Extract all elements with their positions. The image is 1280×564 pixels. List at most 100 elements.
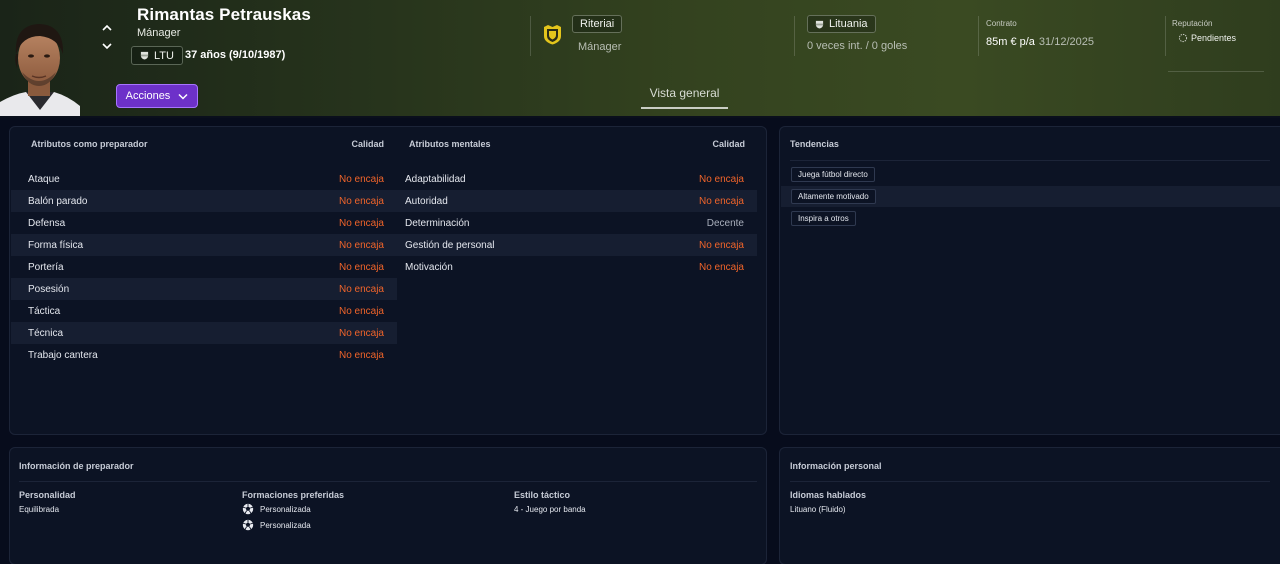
person-name: Rimantas Petrauskas <box>137 5 311 24</box>
attr-name: Técnica <box>28 327 64 339</box>
tendency-chip[interactable]: Altamente motivado <box>791 189 876 204</box>
club-crest-icon[interactable] <box>543 24 562 45</box>
tendency-row: Inspira a otros <box>781 208 1280 229</box>
attr-quality: No encaja <box>338 217 384 229</box>
reputation-value: Pendientes <box>1178 33 1236 43</box>
divider <box>530 16 531 56</box>
coaching-attributes-header: Atributos como preparador <box>31 139 148 149</box>
chevron-down-icon <box>178 93 188 100</box>
attr-quality: No encaja <box>338 327 384 339</box>
coaching-quality-header: Calidad <box>351 139 384 149</box>
coaching-attr-row[interactable]: Ataque No encaja <box>11 168 397 190</box>
coaching-attr-row[interactable]: Portería No encaja <box>11 256 397 278</box>
chevron-down-icon[interactable] <box>100 40 114 52</box>
attr-quality: No encaja <box>338 173 384 185</box>
tendencies-title: Tendencias <box>790 139 839 149</box>
attr-name: Forma física <box>28 239 84 251</box>
header-divider <box>0 116 1280 118</box>
club-badge[interactable]: Riteriai <box>572 15 623 33</box>
contract-end: 31/12/2025 <box>1038 36 1094 48</box>
tendency-row: Juega fútbol directo <box>781 164 1280 185</box>
attr-quality: No encaja <box>338 239 384 251</box>
personal-info-panel: Información personal Idiomas hablados Li… <box>779 447 1280 564</box>
football-icon <box>242 503 254 515</box>
tendency-row: Altamente motivado <box>781 186 1280 207</box>
reputation-text: Pendientes <box>1191 33 1237 43</box>
coaching-attr-row[interactable]: Defensa No encaja <box>11 212 397 234</box>
divider <box>1168 71 1264 72</box>
mental-attr-row[interactable]: Autoridad No encaja <box>388 190 757 212</box>
coach-info-title: Información de preparador <box>19 461 134 471</box>
country-name: Lituania <box>829 18 868 30</box>
reputation-label: Reputación <box>1172 19 1213 28</box>
attr-name: Portería <box>28 261 64 273</box>
coaching-attr-row[interactable]: Trabajo cantera No encaja <box>11 344 397 366</box>
attr-name: Adaptabilidad <box>405 173 466 185</box>
attr-name: Táctica <box>28 305 61 317</box>
attr-name: Defensa <box>28 217 66 229</box>
personal-info-title: Información personal <box>790 461 882 471</box>
actions-button[interactable]: Acciones <box>116 84 198 108</box>
divider <box>1165 16 1166 56</box>
attr-quality: No encaja <box>338 305 384 317</box>
pending-icon <box>1178 33 1188 43</box>
nationality-badge[interactable]: LTU <box>131 46 183 65</box>
formation-item: Personalizada <box>242 503 311 515</box>
attr-name: Motivación <box>405 261 453 273</box>
attr-name: Balón parado <box>28 195 88 207</box>
style-value: 4 - Juego por banda <box>514 505 586 514</box>
tendencies-panel: Tendencias Juega fútbol directo Altament… <box>779 126 1280 435</box>
divider <box>790 481 1270 482</box>
mental-attr-row[interactable]: Gestión de personal No encaja <box>388 234 757 256</box>
coaching-attr-row[interactable]: Técnica No encaja <box>11 322 397 344</box>
divider <box>790 160 1270 161</box>
mental-attr-row[interactable]: Adaptabilidad No encaja <box>388 168 757 190</box>
country-badge[interactable]: Lituania <box>807 15 876 33</box>
player-nav <box>100 22 114 58</box>
coaching-attr-row[interactable]: Forma física No encaja <box>11 234 397 256</box>
attr-name: Ataque <box>28 173 60 185</box>
age-dob: 37 años (9/10/1987) <box>185 49 286 61</box>
tendency-chip[interactable]: Inspira a otros <box>791 211 856 226</box>
tab-overview[interactable]: Vista general <box>641 86 728 109</box>
coaching-attr-row[interactable]: Balón parado No encaja <box>11 190 397 212</box>
mental-attributes-header: Atributos mentales <box>409 139 491 149</box>
actions-label: Acciones <box>125 90 171 102</box>
attr-quality: No encaja <box>698 261 744 273</box>
attr-name: Trabajo cantera <box>28 349 98 361</box>
attr-quality: No encaja <box>698 173 744 185</box>
mental-attr-row[interactable]: Determinación Decente <box>388 212 757 234</box>
contract-label: Contrato <box>986 19 1017 28</box>
contract-value: 85m € p/a 31/12/2025 <box>986 36 1094 48</box>
formations-label: Formaciones preferidas <box>242 490 345 500</box>
attr-name: Autoridad <box>405 195 448 207</box>
attr-name: Determinación <box>405 217 470 229</box>
tendency-chip[interactable]: Juega fútbol directo <box>791 167 875 182</box>
club-role: Mánager <box>578 41 622 53</box>
attr-quality: No encaja <box>698 195 744 207</box>
languages-value: Lituano (Fluido) <box>790 505 846 514</box>
coaching-attr-row[interactable]: Táctica No encaja <box>11 300 397 322</box>
attr-quality: No encaja <box>338 261 384 273</box>
chevron-up-icon[interactable] <box>100 22 114 34</box>
languages-label: Idiomas hablados <box>790 490 867 500</box>
coach-info-panel: Información de preparador Personalidad E… <box>9 447 767 564</box>
shield-flag-icon <box>815 20 824 29</box>
avatar <box>0 14 80 116</box>
attr-quality: No encaja <box>338 349 384 361</box>
formation-item: Personalizada <box>242 519 311 531</box>
divider <box>794 16 795 56</box>
mental-quality-header: Calidad <box>712 139 745 149</box>
coaching-attr-row[interactable]: Posesión No encaja <box>11 278 397 300</box>
style-label: Estilo táctico <box>514 490 571 500</box>
contract-wage: 85m € p/a <box>986 36 1035 48</box>
shield-flag-icon <box>140 51 149 60</box>
attr-quality: No encaja <box>338 195 384 207</box>
football-icon <box>242 519 254 531</box>
divider <box>19 481 757 482</box>
person-role: Mánager <box>137 27 181 39</box>
personality-label: Personalidad <box>19 490 76 500</box>
mental-attr-row[interactable]: Motivación No encaja <box>388 256 757 278</box>
formation-name: Personalizada <box>260 520 311 530</box>
attr-quality: No encaja <box>338 283 384 295</box>
